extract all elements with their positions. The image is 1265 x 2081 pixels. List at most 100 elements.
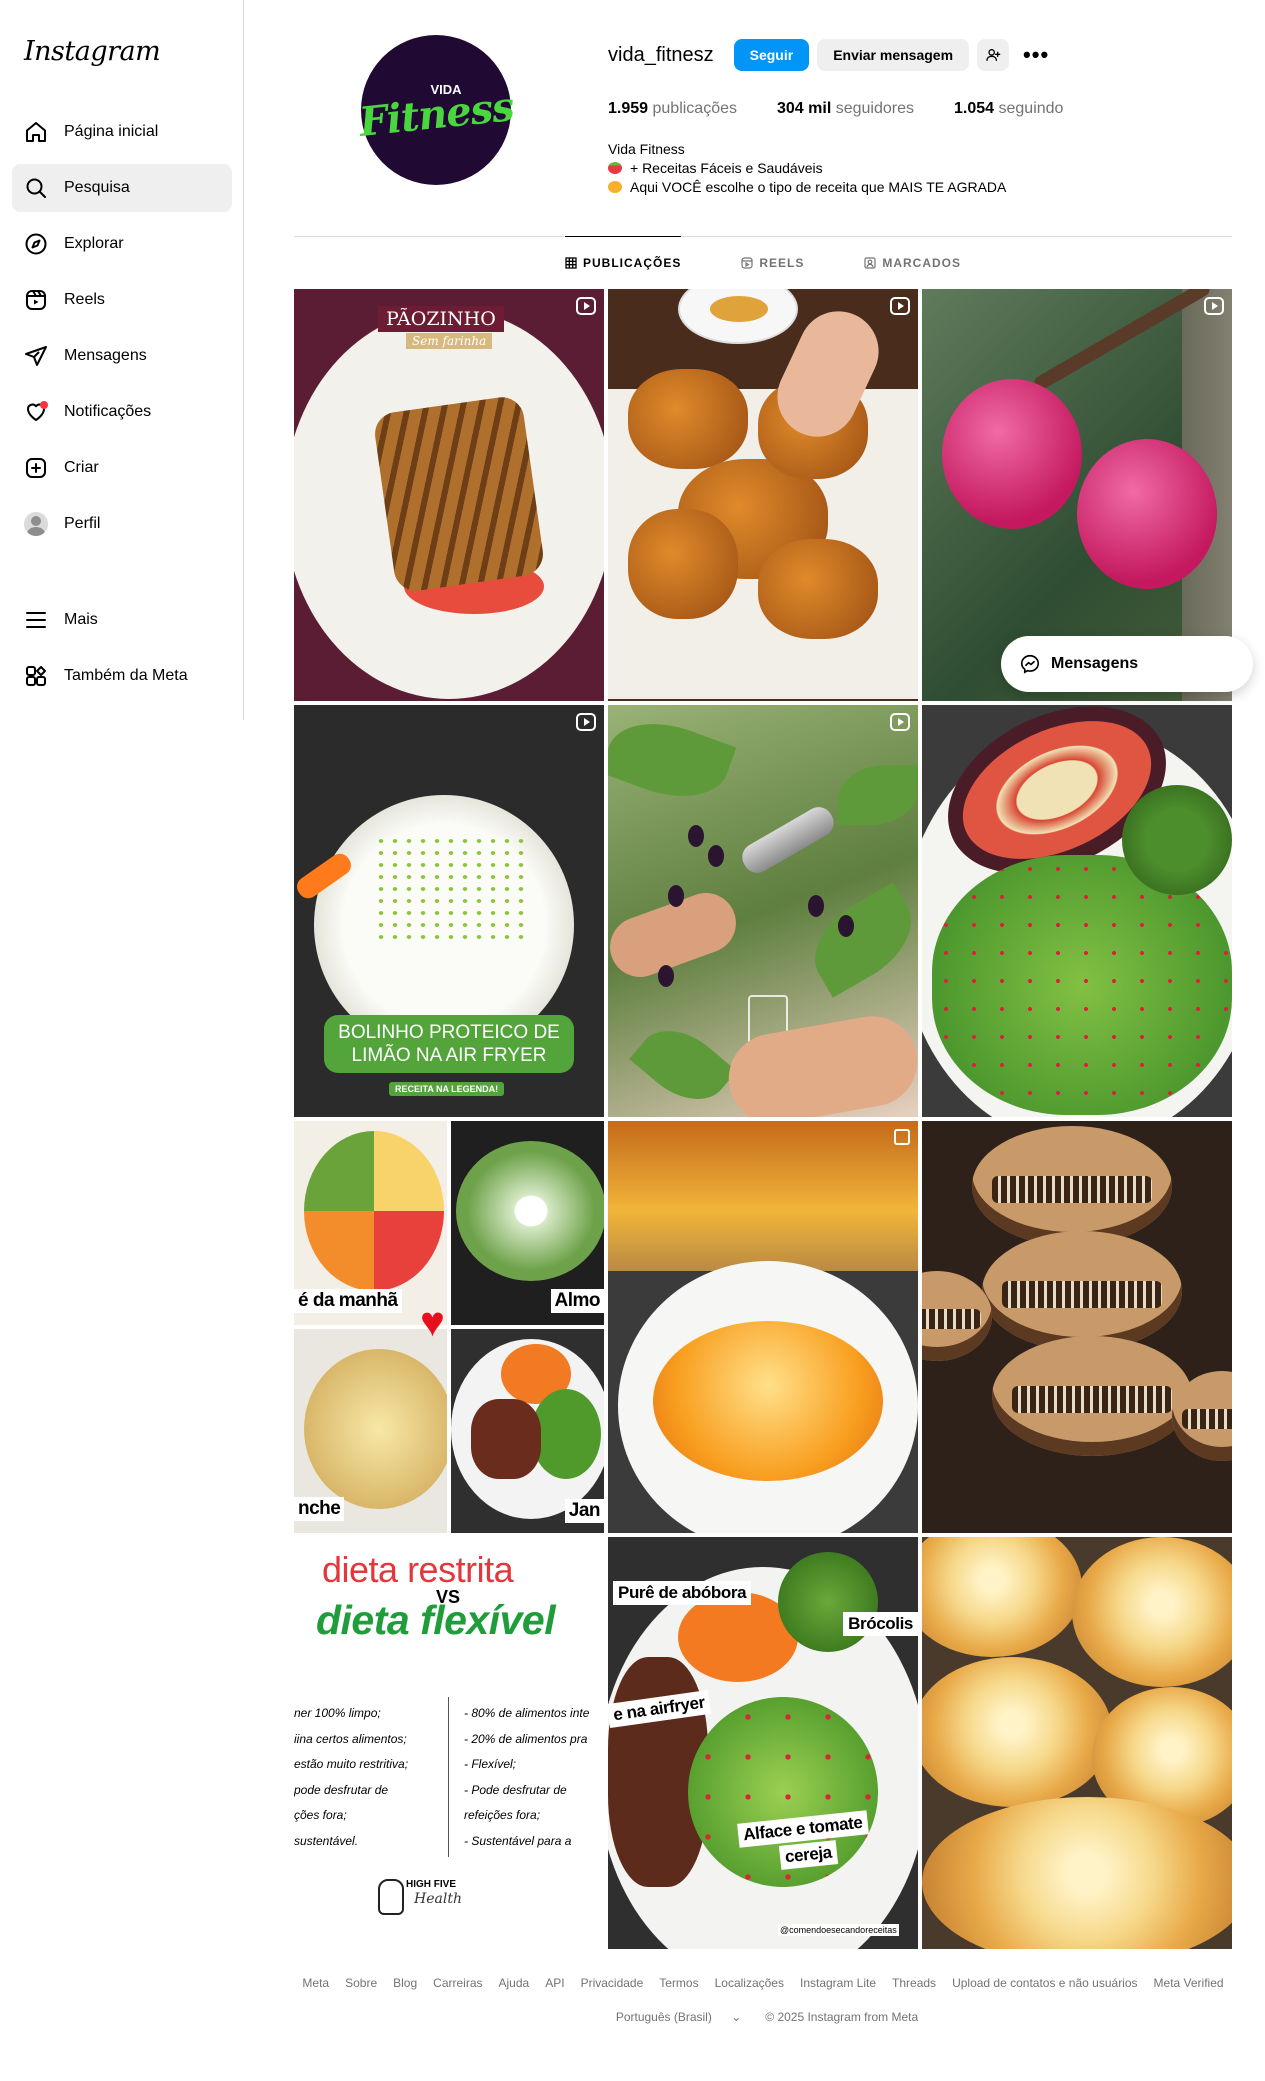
post-tile[interactable]: PÃOZINHO Sem farinha [294,289,604,701]
messages-floating-button[interactable]: Mensagens [1001,636,1253,692]
heart-emoji-icon: ♥ [420,1298,445,1345]
post-tile[interactable] [608,289,918,701]
bio-line-1: + Receitas Fáceis e Saudáveis [630,160,823,176]
tab-tagged[interactable]: MARCADOS [864,237,961,289]
collage-label: Almo [550,1289,604,1313]
yum-emoji-icon [608,181,622,193]
reel-icon [576,297,596,315]
profile-avatar[interactable]: VIDA Fitness [357,35,515,185]
brand-name: HIGH FIVE [406,1879,457,1890]
avatar-icon [24,512,48,536]
posts-count[interactable]: 1.959 publicações [608,100,737,118]
sidebar: Instagram Página inicial Pesquisa Explor… [0,0,244,720]
sidebar-item-messages[interactable]: Mensagens [12,332,232,380]
sidebar-item-also-from-meta[interactable]: Também da Meta [12,652,232,700]
post-tile[interactable]: BOLINHO PROTEICO DE LIMÃO NA AIR FRYER R… [294,705,604,1117]
tagged-icon [864,257,876,269]
footer-link[interactable]: Carreiras [433,1976,482,1990]
footer-link[interactable]: Privacidade [581,1976,644,1990]
post-caption-subtitle: Sem farinha [406,333,493,349]
post-caption-title: PÃOZINHO [378,306,504,332]
copyright: © 2025 Instagram from Meta [765,2010,919,2024]
post-tile[interactable]: dieta restrita VS dieta flexível ner 100… [294,1537,604,1949]
footer-link[interactable]: Sobre [345,1976,377,1990]
sidebar-item-notifications[interactable]: Notificações [12,388,232,436]
post-tile[interactable]: é da manhã Almo nche Jan ♥ [294,1121,604,1533]
sidebar-item-home[interactable]: Página inicial [12,108,232,156]
heart-icon [24,400,48,424]
sidebar-item-label: Pesquisa [64,179,130,196]
messages-label: Mensagens [1051,655,1139,672]
profile-tabs: PUBLICAÇÕES REELS MARCADOS [294,236,1232,289]
follow-button[interactable]: Seguir [733,39,810,71]
footer-link[interactable]: Upload de contatos e não usuários [952,1976,1137,1990]
post-tile[interactable] [922,1121,1232,1533]
tab-posts[interactable]: PUBLICAÇÕES [564,236,682,288]
collage-label: nche [294,1497,345,1521]
chevron-down-icon: ⌄ [731,2010,742,2024]
infographic-right-column: - 80% de alimentos inte - 20% de alimento… [464,1706,590,1848]
reels-icon [741,257,753,269]
footer-link[interactable]: Ajuda [499,1976,530,1990]
avatar-logo-main: Fitness [356,83,516,146]
post-tile[interactable] [922,1537,1232,1949]
sidebar-item-label: Mais [64,611,98,628]
collage-label: é da manhã [294,1289,402,1313]
sidebar-item-create[interactable]: Criar [12,444,232,492]
footer-link[interactable]: Termos [659,1976,698,1990]
reels-icon [24,288,48,312]
sidebar-item-more[interactable]: Mais [12,596,232,644]
home-icon [24,120,48,144]
instagram-logo[interactable]: Instagram [24,36,161,67]
footer-link[interactable]: Blog [393,1976,417,1990]
infographic-title-1: dieta restrita [322,1549,514,1590]
followers-count[interactable]: 304 mil seguidores [777,100,914,118]
reel-icon [576,713,596,731]
footer-link[interactable]: Meta [302,1976,329,1990]
post-tile[interactable] [922,705,1232,1117]
bio-name: Vida Fitness [608,141,685,157]
footer-bottom: Português (Brasil) ⌄ © 2025 Instagram fr… [294,2010,1232,2024]
tab-reels[interactable]: REELS [741,237,804,289]
post-tile[interactable] [608,705,918,1117]
post-tile[interactable] [608,1121,918,1533]
sidebar-item-explore[interactable]: Explorar [12,220,232,268]
more-options-icon[interactable]: ••• [1023,44,1049,66]
search-icon [24,176,48,200]
sidebar-item-reels[interactable]: Reels [12,276,232,324]
footer-link[interactable]: Threads [892,1976,936,1990]
sidebar-item-label: Criar [64,459,99,476]
sidebar-item-label: Mensagens [64,347,147,364]
reel-icon [1204,297,1224,315]
send-message-button[interactable]: Enviar mensagem [817,39,970,71]
food-label: Brócolis [843,1612,918,1636]
following-count[interactable]: 1.054 seguindo [954,100,1063,118]
carousel-icon [894,1129,910,1145]
plus-square-icon [24,456,48,480]
high-five-hand-icon [378,1879,404,1915]
sidebar-item-label: Também da Meta [64,667,188,684]
post-caption-sub: RECEITA NA LEGENDA! [389,1082,505,1096]
bio-line-2: Aqui VOCÊ escolhe o tipo de receita que … [630,179,1007,195]
language-selector[interactable]: Português (Brasil) ⌄ [608,2010,749,2024]
footer-link[interactable]: Meta Verified [1154,1976,1224,1990]
footer-link[interactable]: Localizações [715,1976,784,1990]
profile-action-row: vida_fitnesz Seguir Enviar mensagem ••• [608,38,1049,72]
sidebar-item-profile[interactable]: Perfil [12,500,232,548]
post-caption-banner: BOLINHO PROTEICO DE LIMÃO NA AIR FRYER [324,1015,574,1073]
sidebar-nav: Página inicial Pesquisa Explorar Reels M… [12,108,232,708]
credit-handle: @comendoesecandoreceitas [778,1924,899,1936]
sidebar-item-label: Perfil [64,515,101,532]
footer-link[interactable]: Instagram Lite [800,1976,876,1990]
footer-link[interactable]: API [545,1976,564,1990]
profile-username: vida_fitnesz [608,43,714,66]
sidebar-item-label: Notificações [64,403,152,420]
footer-links: Meta Sobre Blog Carreiras Ajuda API Priv… [294,1976,1232,1990]
suggested-users-button[interactable] [977,39,1010,71]
send-icon [24,344,48,368]
collage-label: Jan [564,1499,604,1523]
strawberry-emoji-icon [608,162,622,174]
sidebar-item-search[interactable]: Pesquisa [12,164,232,212]
notification-dot [40,401,48,409]
post-tile[interactable]: Purê de abóbora Brócolis e na airfryer A… [608,1537,918,1949]
